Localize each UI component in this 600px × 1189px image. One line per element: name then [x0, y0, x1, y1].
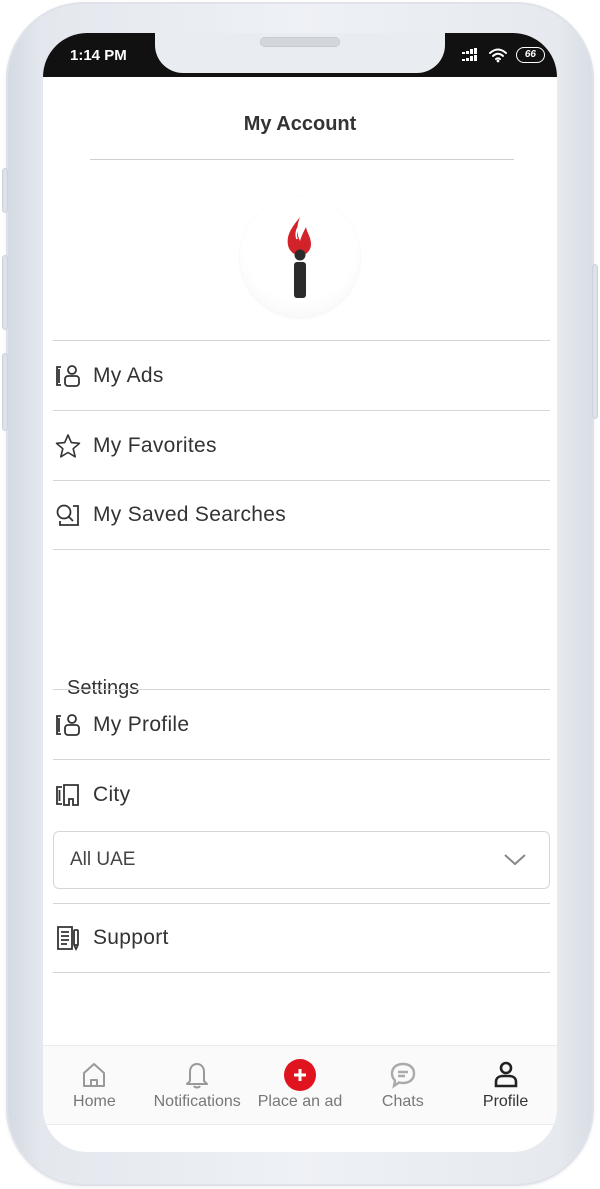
ads-profile-icon [53, 361, 83, 391]
bottom-tab-bar: Home Notifications Place an ad Chats Pro… [43, 1045, 557, 1125]
screen: 1:14 PM 66 My Account My Ads My Favorite… [43, 33, 557, 1152]
tab-label: Place an ad [257, 1093, 343, 1110]
support-document-icon [53, 923, 83, 953]
tab-label: Notifications [153, 1093, 241, 1110]
tab-chats[interactable]: Chats [351, 1046, 454, 1124]
tab-label: Profile [482, 1093, 529, 1110]
bell-icon [183, 1059, 211, 1091]
tab-home[interactable]: Home [43, 1046, 146, 1124]
menu-item-my-favorites[interactable]: My Favorites [53, 410, 550, 480]
power-button [592, 264, 598, 419]
menu-item-my-ads[interactable]: My Ads [53, 340, 550, 410]
settings-item-my-profile[interactable]: My Profile [53, 689, 550, 759]
profile-card-icon [53, 710, 83, 740]
tab-profile[interactable]: Profile [454, 1046, 557, 1124]
support-menu: Support [53, 903, 550, 973]
battery-indicator: 66 [515, 47, 545, 63]
home-icon [80, 1059, 108, 1091]
menu-item-label: My Ads [93, 363, 164, 387]
status-bar: 1:14 PM 66 [43, 33, 557, 77]
notch [155, 33, 445, 73]
torch-logo-icon [287, 217, 311, 298]
status-time: 1:14 PM [70, 47, 127, 64]
settings-item-label: Support [93, 926, 169, 949]
volume-up-button [2, 255, 8, 330]
settings-item-label: City [93, 782, 131, 806]
menu-item-my-saved-searches[interactable]: My Saved Searches [53, 480, 550, 550]
saved-search-icon [53, 500, 83, 530]
tab-label: Home [73, 1093, 116, 1110]
volume-down-button [2, 353, 8, 431]
mute-switch [2, 168, 8, 213]
status-icons: 66 [461, 47, 545, 63]
menu-item-label: My Favorites [93, 433, 217, 457]
city-icon [53, 780, 83, 810]
speaker [260, 37, 340, 47]
settings-item-support[interactable]: Support [53, 903, 550, 973]
account-menu: My Ads My Favorites My Saved Searches [53, 340, 550, 550]
chevron-down-icon [504, 854, 526, 866]
star-icon [53, 431, 83, 461]
title-divider [90, 159, 514, 160]
wifi-icon [488, 48, 507, 62]
signal-icon [461, 48, 477, 61]
chat-icon [388, 1059, 418, 1091]
city-select-value: All UAE [70, 849, 136, 870]
page-title: My Account [243, 113, 357, 135]
plus-circle-icon [283, 1059, 316, 1091]
settings-item-city[interactable]: City [53, 759, 550, 829]
tab-notifications[interactable]: Notifications [146, 1046, 249, 1124]
tab-label: Chats [381, 1093, 424, 1110]
avatar[interactable] [240, 197, 360, 317]
tab-place-an-ad[interactable]: Place an ad [249, 1046, 352, 1124]
settings-menu: My Profile City [53, 689, 550, 829]
person-icon [492, 1059, 520, 1091]
menu-item-label: My Saved Searches [93, 503, 287, 526]
city-select[interactable]: All UAE [53, 831, 550, 889]
settings-item-label: My Profile [93, 712, 190, 736]
